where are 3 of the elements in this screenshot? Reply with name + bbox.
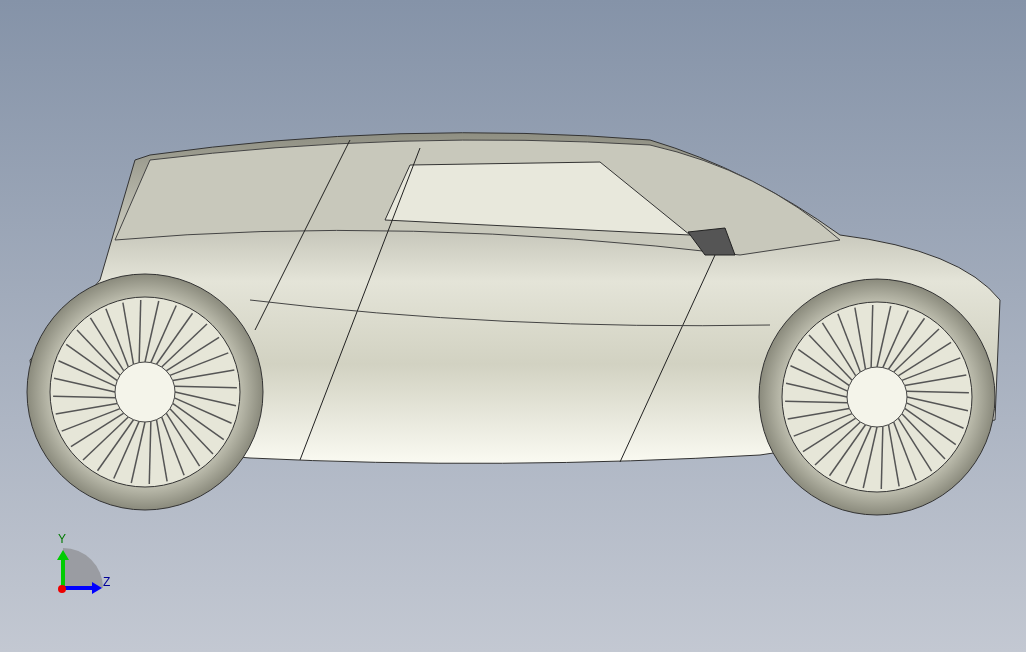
axis-label: Y	[58, 533, 66, 545]
axis-triad-drawing	[57, 548, 103, 594]
axis-label: Z	[103, 576, 111, 588]
